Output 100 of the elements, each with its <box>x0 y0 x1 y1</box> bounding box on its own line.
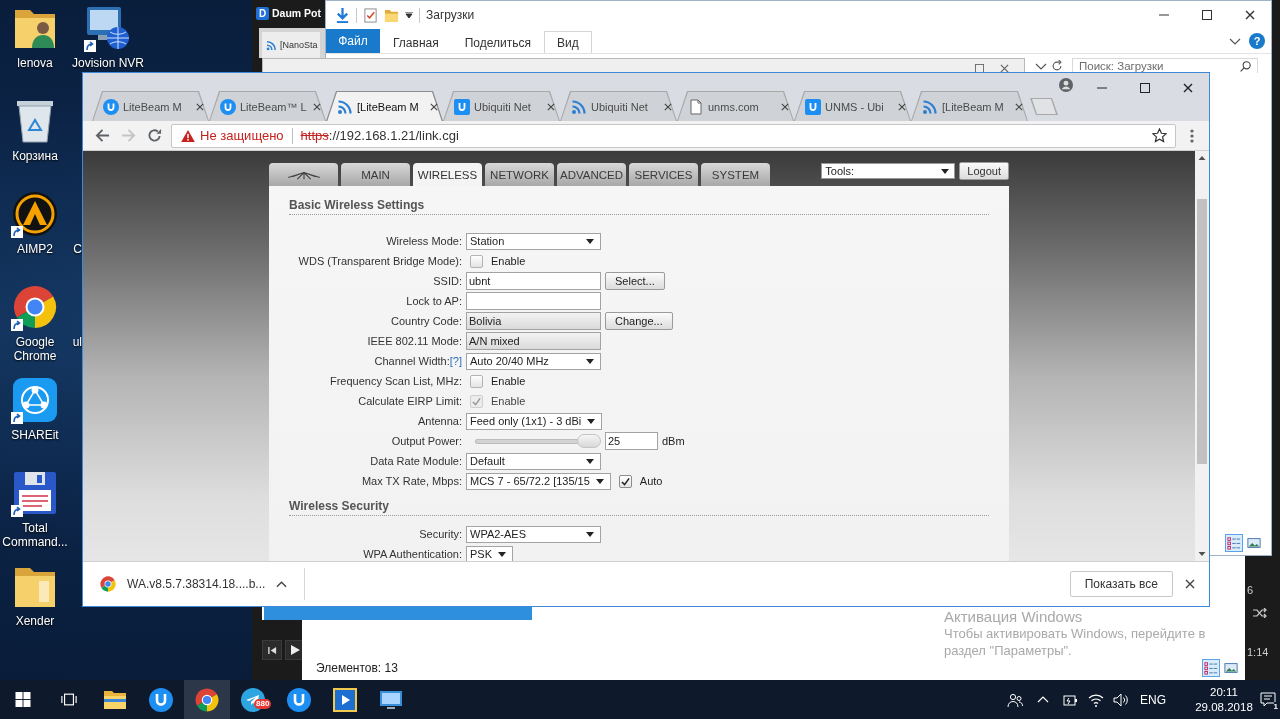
nav-tab[interactable]: NETWORK <box>485 163 554 186</box>
help-button[interactable]: ? <box>1249 33 1265 49</box>
activation-text: Чтобы активировать Windows, перейдите в раздел "Параметры". <box>944 625 1207 659</box>
checkbox[interactable] <box>470 254 483 268</box>
ribbon-tab[interactable]: Вид <box>543 31 592 53</box>
profile-icon[interactable] <box>1059 78 1073 92</box>
text-field[interactable]: ubnt <box>466 272 601 290</box>
dropdown[interactable]: Auto 20/40 MHz <box>466 352 601 370</box>
file-menu-button[interactable]: Файл <box>326 29 380 53</box>
language-indicator[interactable]: ENG <box>1140 692 1166 707</box>
window-title: Daum Pot <box>272 7 321 20</box>
ribbon-tab[interactable]: Поделиться <box>451 31 544 53</box>
browser-tab[interactable]: [NanoSta <box>262 32 320 58</box>
show-all-button[interactable]: Показать все <box>1069 571 1173 597</box>
text-field[interactable]: Bolivia <box>466 312 601 330</box>
taskbar-app[interactable] <box>184 680 230 719</box>
nav-tab[interactable]: SYSTEM <box>701 163 770 186</box>
section-title: Wireless Security <box>289 499 989 516</box>
scrollbar[interactable] <box>1195 151 1209 561</box>
logo-icon <box>286 169 321 180</box>
browser-tab[interactable]: LiteBeam™ L <box>209 91 326 121</box>
shuffle-icon[interactable] <box>1253 608 1267 618</box>
u-logo-icon <box>454 99 470 115</box>
desktop-item[interactable]: Google Chrome <box>0 283 70 363</box>
browser-tab[interactable]: LiteBeam M <box>92 91 209 121</box>
text-field[interactable]: 25 <box>605 432 658 450</box>
browser-tab[interactable]: [LiteBeam M <box>326 91 443 121</box>
browser-tab[interactable]: [LiteBeam M <box>911 91 1028 121</box>
checkbox[interactable] <box>470 374 483 388</box>
browser-tab[interactable]: UNMS - Ubi <box>794 91 911 121</box>
maximize-icon <box>1201 10 1212 20</box>
clock-date[interactable]: 29.08.2018 <box>1195 699 1253 715</box>
details-view-button[interactable] <box>1225 534 1243 552</box>
maximize-icon[interactable] <box>975 64 984 73</box>
dropdown[interactable]: Tools: <box>821 163 956 179</box>
text-field[interactable] <box>466 292 601 310</box>
desktop-item[interactable]: Total Command... <box>0 469 70 549</box>
caret-down-icon[interactable] <box>405 12 413 18</box>
close-icon <box>664 103 672 111</box>
ribbon-tab[interactable]: Главная <box>380 31 452 53</box>
help-link[interactable]: [?] <box>449 355 462 367</box>
clock-time[interactable]: 20:11 <box>1210 684 1238 700</box>
dropdown[interactable]: Station <box>466 232 601 250</box>
nav-tab[interactable]: ADVANCED <box>557 163 626 186</box>
star-icon[interactable] <box>1152 128 1167 143</box>
slider-thumb[interactable] <box>577 434 601 448</box>
chevron-down-icon[interactable] <box>1229 37 1241 45</box>
chrome-logo-icon <box>195 687 219 712</box>
dropdown[interactable]: PSK <box>466 545 513 561</box>
desktop-item[interactable]: Xender <box>0 562 70 628</box>
taskbar-app[interactable]: 880 <box>230 680 276 719</box>
desktop-item[interactable]: Корзина <box>0 97 70 163</box>
desktop-item[interactable]: AIMP2 <box>0 190 70 256</box>
desktop-item[interactable]: SHAREit <box>0 376 70 442</box>
people-icon[interactable] <box>1007 691 1023 708</box>
details-view-icon <box>1204 661 1218 675</box>
speaker-icon[interactable] <box>1113 691 1129 708</box>
nav-tab[interactable]: MAIN <box>341 163 410 186</box>
security-label[interactable]: Не защищено <box>200 128 284 143</box>
play-button[interactable] <box>285 640 305 660</box>
checkbox[interactable] <box>618 474 632 488</box>
notification-button[interactable]: 1 <box>1256 680 1280 719</box>
reload-icon <box>146 128 162 143</box>
dropdown[interactable]: Feed only (1x1) - 3 dBi <box>466 412 603 430</box>
download-item[interactable]: WA.v8.5.7.38314.18....b... <box>100 576 266 592</box>
url-text[interactable]: https://192.168.1.21/link.cgi <box>300 128 459 143</box>
signal-icon <box>922 99 938 115</box>
desktop-item[interactable]: Jovision NVR <box>70 4 146 70</box>
scrollbar-thumb[interactable] <box>1197 199 1207 464</box>
field-label: WDS (Transparent Bridge Mode): <box>298 255 462 267</box>
refresh-icon[interactable] <box>1051 60 1063 72</box>
checkmark-icon <box>472 396 481 406</box>
signal-icon <box>337 99 353 115</box>
chrome-logo-icon <box>13 285 57 329</box>
details-view-button[interactable] <box>1202 659 1220 677</box>
logo-tab[interactable] <box>269 163 338 186</box>
chevron-down-icon[interactable] <box>1035 63 1047 70</box>
field-label: Lock to AP: <box>406 295 462 307</box>
nav-tab[interactable]: WIRELESS <box>413 163 482 186</box>
browser-tab[interactable]: Ubiquiti Net <box>560 91 677 121</box>
nav-tab[interactable]: SERVICES <box>629 163 698 186</box>
browser-tab[interactable]: Ubiquiti Net <box>443 91 560 121</box>
download-arrow-icon[interactable] <box>335 7 350 23</box>
close-icon <box>898 103 906 111</box>
action-button[interactable]: Change... <box>605 312 673 330</box>
page-icon <box>688 99 704 115</box>
text-field[interactable]: A/N mixed <box>466 332 601 350</box>
dropdown[interactable]: Default <box>466 452 601 470</box>
logout-button[interactable]: Logout <box>959 162 1009 180</box>
dropdown[interactable]: MCS 7 - 65/72.2 [135/15 <box>466 472 611 490</box>
previous-button[interactable] <box>262 640 282 660</box>
chevron-up-icon[interactable] <box>1037 696 1049 703</box>
dropdown[interactable]: WPA2-AES <box>466 525 601 543</box>
u-logo-icon <box>103 99 119 115</box>
address-bar[interactable]: Не защищено https://192.168.1.21/link.cgi <box>171 123 1176 148</box>
desktop-item[interactable]: lenova <box>0 4 70 70</box>
action-button[interactable]: Select... <box>605 272 665 290</box>
checklist-icon[interactable] <box>363 7 378 23</box>
caret-down-icon <box>586 358 594 364</box>
browser-tab[interactable]: unms.com <box>677 91 794 121</box>
